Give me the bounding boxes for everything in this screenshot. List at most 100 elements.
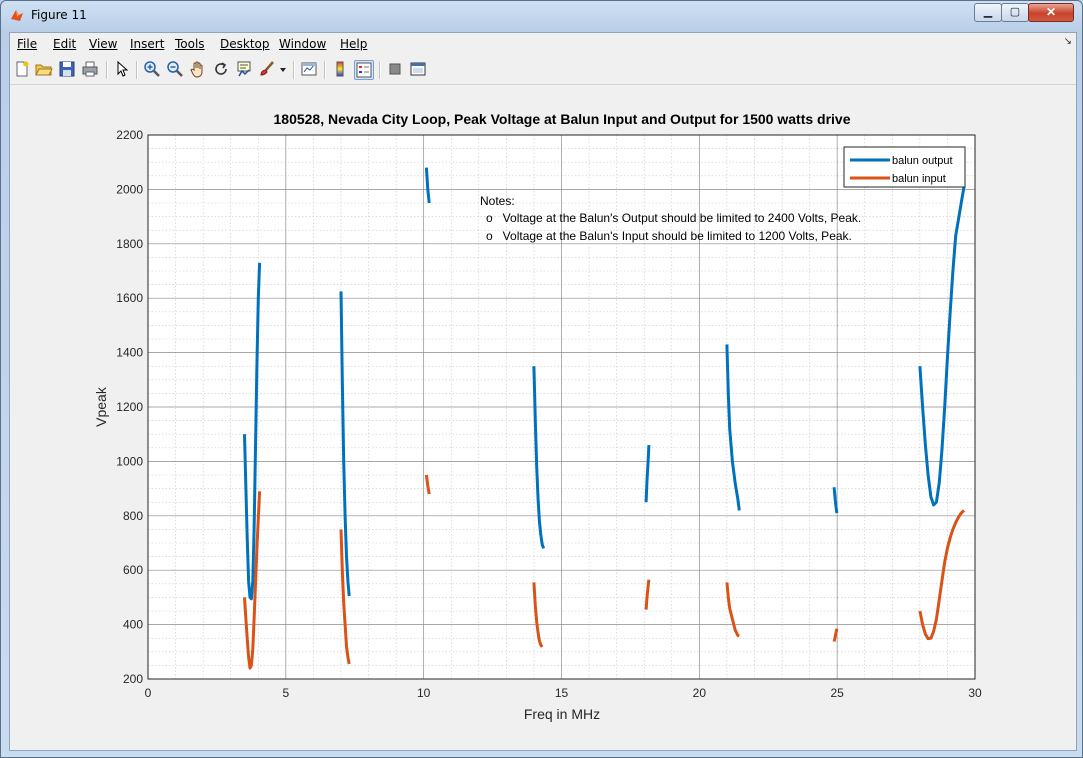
maximize-button[interactable]: ▢ bbox=[1001, 3, 1029, 22]
insert-legend-button[interactable] bbox=[354, 60, 374, 80]
link-plot-icon bbox=[301, 62, 317, 76]
new-figure-icon bbox=[16, 61, 29, 77]
menu-view-label: View bbox=[89, 37, 118, 51]
menu-insert-label: Insert bbox=[130, 37, 165, 51]
menu-tools[interactable]: Tools bbox=[175, 37, 205, 51]
hide-plot-tools-button[interactable] bbox=[386, 60, 404, 78]
menu-help[interactable]: Help bbox=[340, 37, 367, 51]
title-bar[interactable]: Figure 11 ▁ ▢ ✕ bbox=[1, 1, 1082, 31]
menu-desktop-label: Desktop bbox=[220, 37, 270, 51]
figure-client-area: File Edit View Insert Tools Desktop Wind… bbox=[9, 32, 1077, 751]
new-figure-button[interactable] bbox=[13, 60, 31, 78]
rotate-3d-icon bbox=[215, 62, 227, 75]
data-cursor-button[interactable] bbox=[235, 60, 253, 78]
brush-icon bbox=[260, 61, 274, 76]
minimize-icon: ▁ bbox=[983, 6, 993, 18]
insert-colorbar-icon bbox=[336, 61, 344, 77]
x-tick-label: 20 bbox=[693, 686, 707, 700]
chart-title: 180528, Nevada City Loop, Peak Voltage a… bbox=[274, 111, 851, 127]
y-tick-label: 800 bbox=[123, 509, 143, 523]
menu-insert[interactable]: Insert bbox=[130, 37, 164, 51]
open-file-icon bbox=[35, 64, 53, 76]
y-tick-label: 2000 bbox=[116, 182, 143, 196]
hide-plot-tools-icon bbox=[389, 63, 401, 75]
show-plot-tools-button[interactable] bbox=[409, 60, 427, 78]
open-file-button[interactable] bbox=[35, 60, 53, 78]
link-plot-button[interactable] bbox=[300, 60, 318, 78]
pointer-button[interactable] bbox=[113, 60, 131, 78]
figure-canvas: 0 5 10 15 20 25 30 200 400 600 800 1000 1200 1400 160… bbox=[10, 85, 1076, 750]
menu-help-label: Help bbox=[340, 37, 368, 51]
pan-button[interactable] bbox=[189, 60, 207, 78]
legend-label-balun-output: balun output bbox=[892, 155, 953, 167]
y-tick-label: 400 bbox=[123, 618, 143, 632]
x-axis-label: Freq in MHz bbox=[524, 706, 600, 722]
note-output-limit: o Voltage at the Balun's Output should b… bbox=[486, 211, 861, 225]
brush-dropdown-icon bbox=[280, 68, 286, 72]
y-tick-label: 600 bbox=[123, 563, 143, 577]
y-tick-label: 1800 bbox=[116, 237, 143, 251]
figure-toolbar bbox=[10, 56, 1076, 85]
save-button[interactable] bbox=[58, 60, 76, 78]
toolbar-separator bbox=[106, 61, 108, 79]
notes-heading: Notes: bbox=[480, 194, 515, 208]
y-tick-labels: 200 400 600 800 1000 1200 1400 1600 1800 2000 2200 bbox=[116, 128, 143, 686]
minimize-button[interactable]: ▁ bbox=[974, 3, 1002, 22]
toolbar-separator bbox=[293, 61, 295, 79]
print-icon bbox=[82, 61, 98, 77]
rotate-3d-button[interactable] bbox=[212, 60, 230, 78]
save-icon bbox=[59, 61, 75, 77]
window-title: Figure 11 bbox=[31, 8, 87, 22]
plot-svg[interactable]: 0 5 10 15 20 25 30 200 400 600 800 1000 1200 1400 160… bbox=[10, 85, 1076, 750]
dock-figure-icon[interactable]: ↘ bbox=[1064, 36, 1072, 47]
y-tick-label: 1000 bbox=[116, 454, 143, 468]
data-cursor-icon bbox=[237, 61, 251, 77]
close-button[interactable]: ✕ bbox=[1028, 3, 1074, 22]
x-tick-label: 5 bbox=[282, 686, 289, 700]
zoom-out-button[interactable] bbox=[166, 60, 184, 78]
x-tick-label: 10 bbox=[417, 686, 431, 700]
legend[interactable]: balun output balun input bbox=[843, 146, 966, 188]
zoom-in-button[interactable] bbox=[143, 60, 161, 78]
brush-dropdown-button[interactable] bbox=[278, 60, 288, 78]
maximize-icon: ▢ bbox=[1009, 6, 1021, 18]
x-tick-label: 30 bbox=[968, 686, 982, 700]
menu-window-label: Window bbox=[279, 37, 327, 51]
y-tick-label: 1600 bbox=[116, 291, 143, 305]
show-plot-tools-icon bbox=[410, 62, 426, 76]
y-axis-label: Vpeak bbox=[93, 386, 109, 427]
note-input-limit: o Voltage at the Balun's Input should be… bbox=[486, 229, 852, 243]
toolbar-separator bbox=[136, 61, 138, 79]
insert-legend-icon bbox=[356, 62, 372, 78]
menu-edit[interactable]: Edit bbox=[53, 37, 76, 51]
menu-edit-label: Edit bbox=[53, 37, 77, 51]
y-tick-label: 1200 bbox=[116, 400, 143, 414]
matlab-app-icon bbox=[11, 10, 23, 21]
y-tick-label: 2200 bbox=[116, 128, 143, 142]
menu-file[interactable]: File bbox=[17, 37, 37, 51]
x-tick-label: 0 bbox=[145, 686, 152, 700]
toolbar-separator bbox=[379, 61, 381, 79]
print-button[interactable] bbox=[81, 60, 99, 78]
y-tick-label: 1400 bbox=[116, 346, 143, 360]
x-tick-label: 15 bbox=[555, 686, 569, 700]
pan-icon bbox=[190, 61, 203, 78]
menu-file-label: File bbox=[17, 37, 38, 51]
menu-window[interactable]: Window bbox=[279, 37, 326, 51]
insert-colorbar-button[interactable] bbox=[331, 60, 349, 78]
x-tick-label: 25 bbox=[830, 686, 844, 700]
close-icon: ✕ bbox=[1045, 5, 1057, 19]
brush-button[interactable] bbox=[258, 60, 276, 78]
legend-label-balun-input: balun input bbox=[892, 173, 946, 185]
menu-view[interactable]: View bbox=[89, 37, 117, 51]
figure-window: Figure 11 ▁ ▢ ✕ File Edit View Insert To… bbox=[0, 0, 1083, 758]
pointer-icon bbox=[117, 60, 129, 77]
y-tick-label: 200 bbox=[123, 672, 143, 686]
menu-tools-label: Tools bbox=[175, 37, 205, 51]
x-tick-labels: 0 5 10 15 20 25 30 bbox=[145, 686, 982, 700]
zoom-in-icon bbox=[144, 61, 160, 77]
toolbar-separator bbox=[324, 61, 326, 79]
menu-desktop[interactable]: Desktop bbox=[220, 37, 270, 51]
zoom-out-icon bbox=[167, 61, 183, 77]
menu-bar: File Edit View Insert Tools Desktop Wind… bbox=[10, 33, 1076, 55]
